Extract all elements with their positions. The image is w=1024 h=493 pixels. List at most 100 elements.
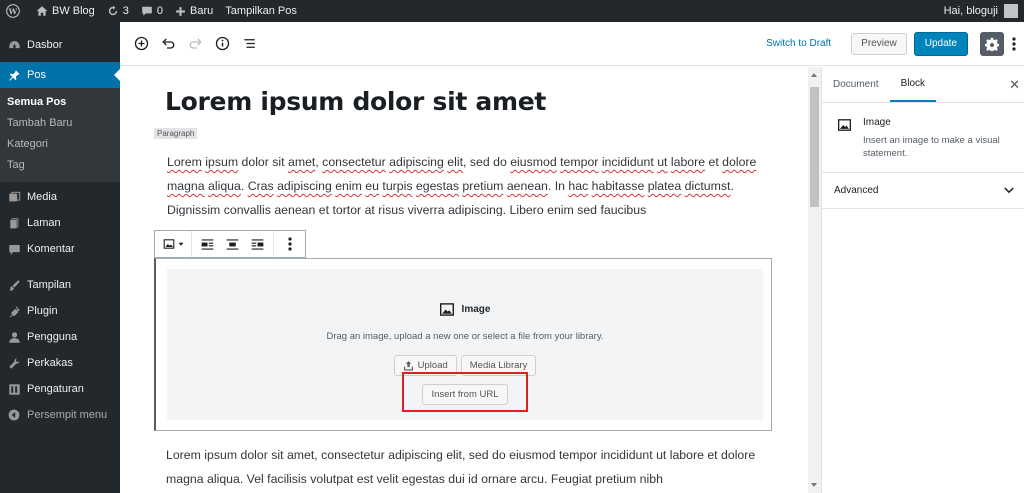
plugin-icon [7, 304, 21, 318]
upload-icon [403, 361, 413, 371]
preview-button[interactable]: Preview [851, 32, 907, 55]
align-right-button[interactable] [245, 231, 270, 257]
redo-icon [189, 38, 202, 49]
settings-toggle-button[interactable] [980, 31, 1004, 56]
image-placeholder: Image Drag an image, upload a new one or… [167, 269, 763, 420]
sidebar-item-users[interactable]: Pengguna [0, 324, 120, 350]
user-icon [7, 330, 21, 344]
update-button[interactable]: Update [913, 31, 968, 56]
redo-button[interactable] [184, 33, 206, 55]
collapse-menu-button[interactable]: Persempit menu [0, 402, 120, 428]
my-account-link[interactable]: Hai, bloguji [944, 4, 1024, 18]
spellcheck-word: aenean [506, 179, 548, 193]
align-center-icon [226, 238, 239, 250]
avatar [1004, 4, 1018, 18]
align-left-button[interactable] [195, 231, 220, 257]
sidebar-item-settings[interactable]: Pengaturan [0, 376, 120, 402]
paragraph-block[interactable]: Lorem ipsum dolor sit amet, consectetur … [166, 443, 766, 491]
sidebar-item-tools[interactable]: Perkakas [0, 350, 120, 376]
sidebar-item-label: Laman [27, 217, 61, 229]
submenu-add-new[interactable]: Tambah Baru [0, 113, 120, 134]
spellcheck-word: elit [447, 155, 464, 169]
settings-sliders-icon [7, 382, 21, 396]
sidebar-item-dashboard[interactable]: Dasbor [0, 32, 120, 58]
close-settings-icon[interactable]: ✕ [1009, 77, 1020, 93]
image-block[interactable]: Image Drag an image, upload a new one or… [154, 258, 772, 431]
block-navigation-button[interactable] [238, 33, 260, 55]
sidebar-item-label: Komentar [27, 243, 75, 255]
undo-button[interactable] [157, 33, 179, 55]
chevron-down-icon [1004, 187, 1014, 194]
sidebar-item-plugins[interactable]: Plugin [0, 298, 120, 324]
spellcheck-word: enim [547, 203, 574, 216]
tab-document[interactable]: Document [822, 67, 890, 102]
add-block-button[interactable] [130, 33, 152, 55]
advanced-panel-toggle[interactable]: Advanced [822, 173, 1024, 209]
home-icon [36, 6, 48, 16]
comments-link[interactable]: 0 [135, 0, 169, 22]
spellcheck-word: risus [378, 203, 405, 216]
sidebar-item-media[interactable]: Media [0, 184, 120, 210]
spellcheck-word: pretium [462, 179, 504, 193]
updates-count: 3 [122, 5, 129, 17]
spellcheck-word: viverra [407, 203, 445, 216]
tab-block[interactable]: Block [889, 67, 937, 102]
submenu-all-posts[interactable]: Semua Pos [0, 92, 120, 113]
text-run: dolor sit [238, 155, 288, 169]
text-run: sed [573, 203, 601, 216]
vertical-ellipsis-icon [287, 237, 292, 251]
align-center-button[interactable] [220, 231, 245, 257]
content-info-button[interactable] [211, 33, 233, 55]
sidebar-item-label: Pengguna [27, 331, 78, 343]
spellcheck-word: ipsum [205, 155, 239, 169]
block-card-description: Insert an image to make a visual stateme… [863, 135, 1000, 159]
submenu-categories[interactable]: Kategori [0, 134, 120, 155]
updates-link[interactable]: 3 [101, 0, 135, 22]
switch-to-draft-button[interactable]: Switch to Draft [766, 38, 831, 49]
spellcheck-word: adipiscing [277, 179, 332, 193]
sidebar-item-label: Perkakas [27, 357, 73, 369]
new-content-link[interactable]: Baru [169, 0, 219, 22]
spellcheck-word: egestas [415, 179, 459, 193]
spellcheck-word: consectetur [322, 155, 386, 169]
sidebar-item-appearance[interactable]: Tampilan [0, 272, 120, 298]
spellcheck-word: platea [647, 179, 682, 193]
image-placeholder-label: Image [461, 304, 491, 315]
text-run: . [240, 179, 248, 193]
spellcheck-word: adipiscing [389, 155, 444, 169]
post-title[interactable]: Lorem ipsum dolor sit amet [165, 87, 546, 116]
block-card: Image Insert an image to make a visual s… [822, 103, 1024, 173]
sidebar-item-posts[interactable]: Pos [0, 62, 120, 88]
spellcheck-word: turpis [382, 179, 413, 193]
text-run: et [705, 155, 723, 169]
block-type-switcher[interactable] [158, 231, 188, 257]
selected-paragraph-block[interactable]: Lorem ipsum dolor sit amet, consectetur … [166, 150, 766, 216]
sidebar-item-pages[interactable]: Laman [0, 210, 120, 236]
sidebar-item-label: Pos [27, 69, 46, 81]
spellcheck-word: labore [670, 155, 706, 169]
editor-canvas: Lorem ipsum dolor sit amet Paragraph Lor… [120, 67, 808, 493]
submenu-tags[interactable]: Tag [0, 155, 120, 176]
pages-icon [7, 216, 21, 230]
vertical-ellipsis-icon [1012, 36, 1016, 51]
image-icon [163, 239, 174, 249]
view-post-link[interactable]: Tampilkan Pos [219, 0, 303, 22]
editor-scrollbar[interactable] [808, 67, 821, 493]
block-more-options-button[interactable] [277, 231, 302, 257]
more-options-button[interactable] [1010, 33, 1018, 55]
spellcheck-word: habitasse [591, 179, 645, 193]
sidebar-item-comments[interactable]: Komentar [0, 236, 120, 262]
spellcheck-word: dictumst [684, 179, 731, 193]
spellcheck-word: aenean [274, 203, 316, 216]
sidebar-item-label: Pengaturan [27, 383, 84, 395]
advanced-label: Advanced [834, 185, 879, 196]
site-name-link[interactable]: BW Blog [30, 0, 101, 22]
new-label: Baru [190, 5, 214, 17]
sidebar-item-label: Plugin [27, 305, 58, 317]
image-placeholder-instructions: Drag an image, upload a new one or selec… [326, 331, 604, 342]
scroll-down-arrow-icon[interactable] [811, 483, 817, 487]
spellcheck-word: eiusmod [510, 155, 557, 169]
scroll-up-arrow-icon[interactable] [811, 73, 817, 77]
scrollbar-thumb[interactable] [810, 87, 819, 207]
wordpress-logo-icon[interactable]: W [0, 0, 30, 22]
